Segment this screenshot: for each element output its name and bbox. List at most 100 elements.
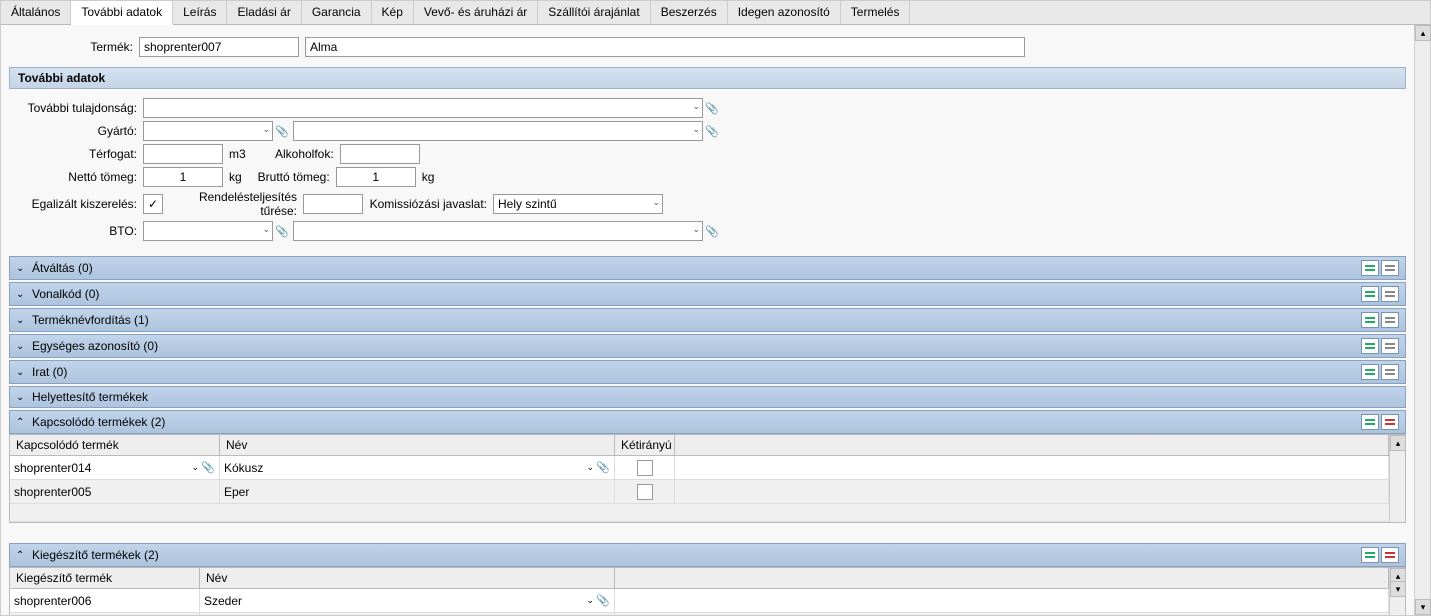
- grossw-unit: kg: [416, 170, 441, 184]
- attachment-icon[interactable]: 📎: [275, 224, 289, 238]
- remove-row-icon[interactable]: [1381, 338, 1399, 354]
- section-atvaltas[interactable]: ⌄ Átváltás (0): [9, 256, 1406, 280]
- grid-scrollbar[interactable]: ▴ ▾: [1389, 435, 1405, 522]
- komm-dropdown[interactable]: Hely szintű ⌄: [493, 194, 663, 214]
- add-row-icon[interactable]: [1361, 312, 1379, 328]
- table-row[interactable]: shoprenter014⌄📎 Kókusz⌄📎: [10, 456, 1389, 480]
- add-row-icon[interactable]: [1361, 547, 1379, 563]
- col-kieg-nev[interactable]: Név: [200, 568, 615, 588]
- ketiranyu-checkbox[interactable]: [637, 460, 653, 476]
- chevron-down-icon[interactable]: ⌄: [586, 462, 594, 473]
- tab-kep[interactable]: Kép: [372, 1, 414, 24]
- section-helyett[interactable]: ⌄ Helyettesítő termékek: [9, 386, 1406, 408]
- volume-label: Térfogat:: [13, 147, 143, 161]
- chevron-down-icon[interactable]: ⌄: [586, 595, 594, 606]
- table-row[interactable]: shoprenter001 Citrom: [10, 613, 1389, 615]
- page-scrollbar[interactable]: ▴ ▾: [1414, 25, 1430, 615]
- section-irat[interactable]: ⌄ Irat (0): [9, 360, 1406, 384]
- kapcs-code: shoprenter014: [14, 461, 191, 475]
- col-kapcs-nev[interactable]: Név: [220, 435, 615, 455]
- section-egyseges-label: Egységes azonosító (0): [32, 339, 1361, 353]
- chevron-down-icon[interactable]: ⌄: [652, 197, 660, 208]
- section-vonalkod-label: Vonalkód (0): [32, 287, 1361, 301]
- add-row-icon[interactable]: [1361, 286, 1379, 302]
- alcohol-input[interactable]: [340, 144, 420, 164]
- table-row[interactable]: shoprenter005 Eper: [10, 480, 1389, 504]
- scroll-down-icon[interactable]: ▾: [1415, 599, 1431, 615]
- komm-value: Hely szintű: [498, 197, 557, 211]
- table-row[interactable]: shoprenter006 Szeder⌄📎: [10, 589, 1389, 613]
- section-egyseges[interactable]: ⌄ Egységes azonosító (0): [9, 334, 1406, 358]
- product-name-input[interactable]: [305, 37, 1025, 57]
- chevron-down-icon[interactable]: ⌄: [191, 462, 199, 473]
- grossw-input[interactable]: [336, 167, 416, 187]
- prop-dropdown[interactable]: ⌄: [143, 98, 703, 118]
- tab-bar: Általános További adatok Leírás Eladási …: [1, 1, 1430, 25]
- manuf-name-dropdown[interactable]: ⌄: [293, 121, 703, 141]
- tab-idegen[interactable]: Idegen azonosító: [728, 1, 841, 24]
- bto-name-dropdown[interactable]: ⌄: [293, 221, 703, 241]
- tab-leiras[interactable]: Leírás: [173, 1, 227, 24]
- col-kieg-termek[interactable]: Kiegészítő termék: [10, 568, 200, 588]
- tab-tovabbi-adatok[interactable]: További adatok: [71, 1, 173, 25]
- tab-altalanos[interactable]: Általános: [1, 1, 71, 24]
- attachment-icon[interactable]: 📎: [596, 461, 610, 475]
- add-row-icon[interactable]: [1361, 414, 1379, 430]
- add-row-icon[interactable]: [1361, 338, 1379, 354]
- grossw-label: Bruttó tömeg:: [248, 170, 336, 184]
- col-kapcs-ketiranyu[interactable]: Kétirányú: [615, 435, 675, 455]
- tab-beszerzes[interactable]: Beszerzés: [651, 1, 728, 24]
- product-code-input[interactable]: [139, 37, 299, 57]
- chevron-down-icon: ⌄: [16, 341, 28, 352]
- chevron-down-icon[interactable]: ⌄: [262, 124, 270, 135]
- chevron-down-icon[interactable]: ⌄: [692, 101, 700, 112]
- scroll-down-icon[interactable]: ▾: [1390, 581, 1406, 597]
- netw-input[interactable]: [143, 167, 223, 187]
- remove-row-icon[interactable]: [1381, 547, 1399, 563]
- tab-garancia[interactable]: Garancia: [302, 1, 372, 24]
- chevron-down-icon: ⌄: [16, 367, 28, 378]
- attachment-icon[interactable]: 📎: [596, 594, 610, 608]
- manuf-code-dropdown[interactable]: ⌄: [143, 121, 273, 141]
- chevron-down-icon: ⌄: [16, 263, 28, 274]
- grid-kapcsolodo: Kapcsolódó termék Név Kétirányú shoprent…: [9, 434, 1406, 523]
- section-helyett-label: Helyettesítő termékek: [32, 390, 1399, 404]
- tab-eladasi-ar[interactable]: Eladási ár: [227, 1, 301, 24]
- tab-termeles[interactable]: Termelés: [841, 1, 911, 24]
- bto-code-dropdown[interactable]: ⌄: [143, 221, 273, 241]
- tab-vevo-aruhazi[interactable]: Vevő- és áruházi ár: [414, 1, 538, 24]
- scroll-up-icon[interactable]: ▴: [1415, 25, 1431, 41]
- section-termeknev-label: Terméknévfordítás (1): [32, 313, 1361, 327]
- remove-row-icon[interactable]: [1381, 414, 1399, 430]
- chevron-down-icon[interactable]: ⌄: [692, 224, 700, 235]
- attachment-icon[interactable]: 📎: [275, 124, 289, 138]
- remove-row-icon[interactable]: [1381, 286, 1399, 302]
- render-input[interactable]: [303, 194, 363, 214]
- section-termeknev[interactable]: ⌄ Terméknévfordítás (1): [9, 308, 1406, 332]
- chevron-down-icon[interactable]: ⌄: [692, 124, 700, 135]
- section-vonalkod[interactable]: ⌄ Vonalkód (0): [9, 282, 1406, 306]
- col-kieg-empty: [615, 568, 1389, 588]
- egal-checkbox[interactable]: ✓: [143, 194, 163, 214]
- check-icon: ✓: [148, 198, 158, 210]
- chevron-down-icon: ⌄: [16, 289, 28, 300]
- attachment-icon[interactable]: 📎: [705, 124, 719, 138]
- ketiranyu-checkbox[interactable]: [637, 484, 653, 500]
- attachment-icon[interactable]: 📎: [201, 461, 215, 475]
- section-kiegeszito[interactable]: ⌃ Kiegészítő termékek (2): [9, 543, 1406, 567]
- remove-row-icon[interactable]: [1381, 364, 1399, 380]
- volume-input[interactable]: [143, 144, 223, 164]
- attachment-icon[interactable]: 📎: [705, 224, 719, 238]
- volume-unit: m3: [223, 147, 252, 161]
- chevron-down-icon[interactable]: ⌄: [262, 224, 270, 235]
- section-kapcsolodo[interactable]: ⌃ Kapcsolódó termékek (2): [9, 410, 1406, 434]
- add-row-icon[interactable]: [1361, 260, 1379, 276]
- tab-szallito[interactable]: Szállítói árajánlat: [538, 1, 650, 24]
- table-row-empty: [10, 504, 1389, 522]
- attachment-icon[interactable]: 📎: [705, 101, 719, 115]
- add-row-icon[interactable]: [1361, 364, 1379, 380]
- remove-row-icon[interactable]: [1381, 260, 1399, 276]
- remove-row-icon[interactable]: [1381, 312, 1399, 328]
- scroll-up-icon[interactable]: ▴: [1390, 435, 1406, 451]
- col-kapcs-termek[interactable]: Kapcsolódó termék: [10, 435, 220, 455]
